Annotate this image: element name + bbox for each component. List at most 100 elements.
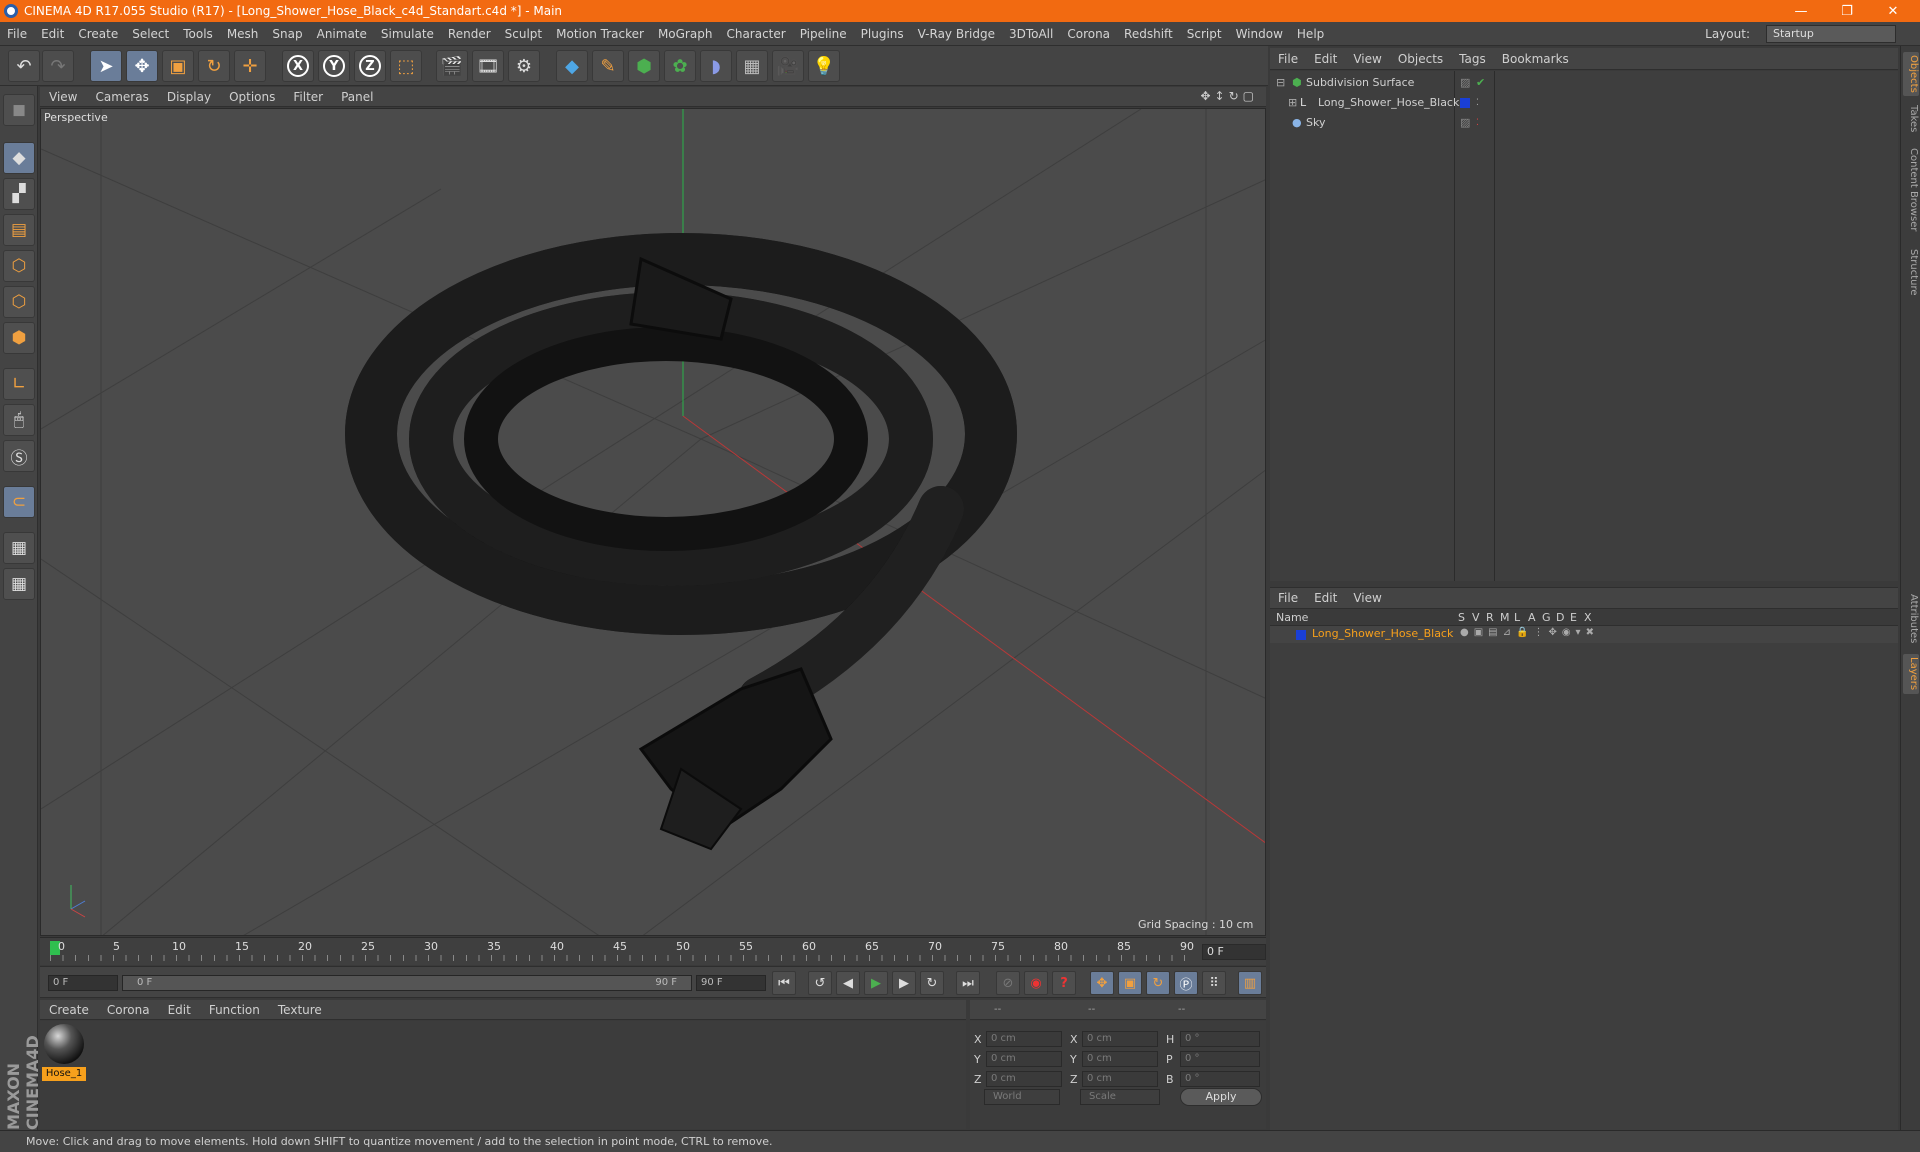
- go-to-start-icon[interactable]: ⏮: [772, 971, 796, 995]
- polygons-mode-icon[interactable]: ⬢: [3, 322, 35, 354]
- 3d-viewport[interactable]: [40, 108, 1266, 936]
- menu-corona[interactable]: Corona: [1060, 27, 1117, 41]
- timeline-window-icon[interactable]: ▥: [1238, 971, 1262, 995]
- material-menu-function[interactable]: Function: [200, 1003, 269, 1017]
- spline-pen-icon[interactable]: ✎: [592, 50, 624, 82]
- viewport-menu-filter[interactable]: Filter: [284, 90, 332, 104]
- undo-icon[interactable]: ↶: [8, 50, 40, 82]
- key-scale-icon[interactable]: ▣: [1118, 971, 1142, 995]
- x-axis-lock-icon[interactable]: X: [282, 50, 314, 82]
- size-z-field[interactable]: 0 cm: [1082, 1071, 1158, 1087]
- lock-workplane-icon[interactable]: ▦: [3, 532, 35, 564]
- tab-content-browser[interactable]: Content Browser: [1903, 144, 1919, 236]
- menu-script[interactable]: Script: [1180, 27, 1229, 41]
- viewport-navigation-icons[interactable]: ✥↕↻▢: [1200, 89, 1258, 103]
- next-frame-icon[interactable]: ▶: [892, 971, 916, 995]
- menu-animate[interactable]: Animate: [310, 27, 374, 41]
- object-row-sky[interactable]: ● Sky ▨ ⁚: [1270, 114, 1898, 132]
- object-row-subdivision[interactable]: ⊟ ⬢ Subdivision Surface ▨ ✔: [1270, 74, 1898, 92]
- solo-mode-icon[interactable]: Ⓢ: [3, 440, 35, 472]
- tab-structure[interactable]: Structure: [1903, 244, 1919, 300]
- close-button[interactable]: ✕: [1870, 0, 1916, 22]
- object-menu-bookmarks[interactable]: Bookmarks: [1494, 52, 1577, 66]
- key-rotation-icon[interactable]: ↻: [1146, 971, 1170, 995]
- enabled-check-icon[interactable]: ✔: [1476, 74, 1485, 92]
- rot-h-field[interactable]: 0 °: [1180, 1031, 1260, 1047]
- menu-simulate[interactable]: Simulate: [374, 27, 441, 41]
- menu-character[interactable]: Character: [719, 27, 792, 41]
- menu-plugins[interactable]: Plugins: [854, 27, 911, 41]
- deformer-icon[interactable]: ◗: [700, 50, 732, 82]
- object-row-hose[interactable]: ⊞ L Long_Shower_Hose_Black ⁚: [1270, 94, 1898, 112]
- visibility-toggle-icon[interactable]: ▨: [1460, 114, 1470, 132]
- object-name[interactable]: Long_Shower_Hose_Black: [1318, 94, 1459, 112]
- viewport-menu-panel[interactable]: Panel: [332, 90, 382, 104]
- layer-color-swatch[interactable]: [1296, 630, 1306, 640]
- material-preview-swatch[interactable]: [44, 1024, 84, 1064]
- edges-mode-icon[interactable]: ⬡: [3, 286, 35, 318]
- menu-sculpt[interactable]: Sculpt: [498, 27, 549, 41]
- menu-create[interactable]: Create: [71, 27, 125, 41]
- pos-x-field[interactable]: 0 cm: [986, 1031, 1062, 1047]
- layer-color-swatch[interactable]: [1460, 98, 1470, 108]
- make-editable-icon[interactable]: ◼: [3, 94, 35, 126]
- camera-icon[interactable]: 🎥: [772, 50, 804, 82]
- subdivision-generator-icon[interactable]: ⬢: [628, 50, 660, 82]
- model-mode-icon[interactable]: ◆: [3, 142, 35, 174]
- visibility-toggle-icon[interactable]: ▨: [1460, 74, 1470, 92]
- menu-render[interactable]: Render: [441, 27, 498, 41]
- size-y-field[interactable]: 0 cm: [1082, 1051, 1158, 1067]
- material-name-label[interactable]: Hose_1: [42, 1067, 86, 1081]
- material-manager-area[interactable]: [40, 1021, 966, 1129]
- frame-range-slider[interactable]: 0 F 90 F: [122, 975, 692, 991]
- redo-icon[interactable]: ↷: [42, 50, 74, 82]
- go-to-end-icon[interactable]: ⏭: [956, 971, 980, 995]
- next-key-icon[interactable]: ↻: [920, 971, 944, 995]
- maximize-button[interactable]: ❐: [1824, 0, 1870, 22]
- menu-snap[interactable]: Snap: [265, 27, 309, 41]
- viewport-menu-view[interactable]: View: [40, 90, 86, 104]
- menu-tools[interactable]: Tools: [176, 27, 220, 41]
- tree-expand-icon[interactable]: ⊞: [1288, 94, 1297, 112]
- layer-toggle-icons[interactable]: ●▣▤⊿🔒⋮✥◉▾✖: [1460, 627, 1599, 638]
- tab-takes[interactable]: Takes: [1903, 102, 1919, 136]
- key-position-icon[interactable]: ✥: [1090, 971, 1114, 995]
- pos-y-field[interactable]: 0 cm: [986, 1051, 1062, 1067]
- z-axis-lock-icon[interactable]: Z: [354, 50, 386, 82]
- object-name[interactable]: Subdivision Surface: [1306, 74, 1414, 92]
- y-axis-lock-icon[interactable]: Y: [318, 50, 350, 82]
- key-parameter-icon[interactable]: Ⓟ: [1174, 971, 1198, 995]
- rot-p-field[interactable]: 0 °: [1180, 1051, 1260, 1067]
- snap-magnet-icon[interactable]: ⊂: [3, 486, 35, 518]
- coordinate-system-icon[interactable]: ⬚: [390, 50, 422, 82]
- move-tool-icon[interactable]: ✥: [126, 50, 158, 82]
- layer-name[interactable]: Long_Shower_Hose_Black: [1312, 627, 1453, 640]
- layout-dropdown[interactable]: Startup: [1766, 25, 1896, 43]
- select-cursor-icon[interactable]: ➤: [90, 50, 122, 82]
- object-menu-view[interactable]: View: [1345, 52, 1389, 66]
- viewport-menu-display[interactable]: Display: [158, 90, 220, 104]
- autokey-icon[interactable]: ◉: [1024, 971, 1048, 995]
- coordinate-space-dropdown[interactable]: World: [984, 1089, 1060, 1105]
- size-x-field[interactable]: 0 cm: [1082, 1031, 1158, 1047]
- move-axis-icon[interactable]: ✛: [234, 50, 266, 82]
- current-frame-field[interactable]: 0 F: [1202, 944, 1266, 960]
- material-menu-texture[interactable]: Texture: [269, 1003, 331, 1017]
- size-mode-dropdown[interactable]: Scale: [1080, 1089, 1160, 1105]
- points-mode-icon[interactable]: ⬡: [3, 250, 35, 282]
- apply-button[interactable]: Apply: [1180, 1088, 1262, 1106]
- end-frame-field[interactable]: 90 F: [696, 975, 766, 991]
- render-picture-viewer-icon[interactable]: 🎞: [472, 50, 504, 82]
- tweak-mode-icon[interactable]: 🖱: [3, 404, 35, 436]
- layer-row[interactable]: Long_Shower_Hose_Black ●▣▤⊿🔒⋮✥◉▾✖: [1270, 626, 1898, 643]
- mograph-cloner-icon[interactable]: ✿: [664, 50, 696, 82]
- previous-frame-icon[interactable]: ◀: [836, 971, 860, 995]
- material-menu-corona[interactable]: Corona: [98, 1003, 159, 1017]
- tab-attributes[interactable]: Attributes: [1903, 590, 1919, 648]
- start-frame-field[interactable]: 0 F: [48, 975, 118, 991]
- layer-menu-edit[interactable]: Edit: [1306, 591, 1345, 605]
- render-settings-icon[interactable]: ⚙: [508, 50, 540, 82]
- material-menu-edit[interactable]: Edit: [159, 1003, 200, 1017]
- render-view-icon[interactable]: 🎬: [436, 50, 468, 82]
- menu-motion-tracker[interactable]: Motion Tracker: [549, 27, 651, 41]
